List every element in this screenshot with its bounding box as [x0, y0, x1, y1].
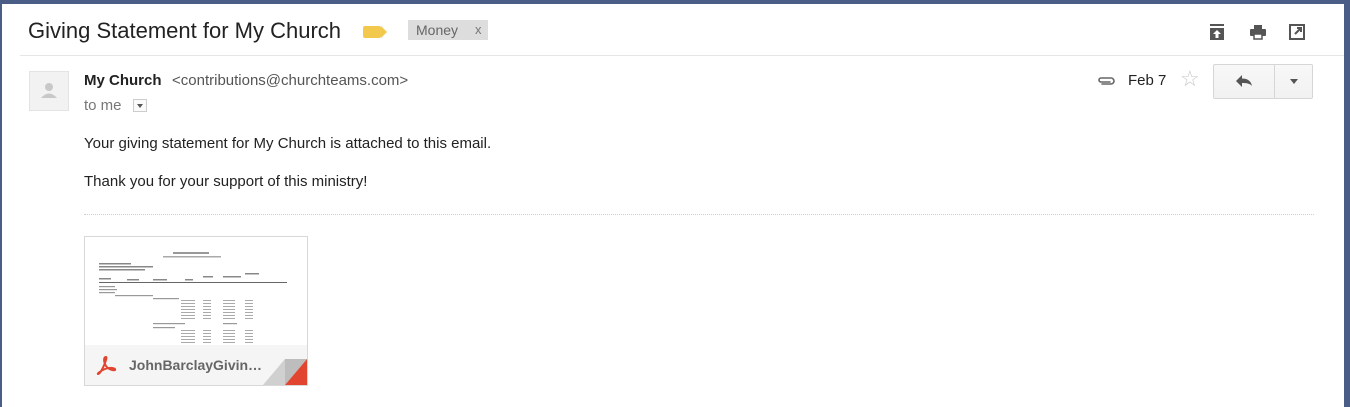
paperclip-icon — [1098, 77, 1115, 85]
attachment-footer: JohnBarclayGivin… — [85, 345, 307, 385]
sender-email: <contributions@churchteams.com> — [172, 72, 409, 89]
default-avatar-icon — [41, 83, 57, 98]
attachment-filename: JohnBarclayGivin… — [129, 357, 263, 373]
label-chip-money[interactable]: Money x — [408, 20, 488, 40]
label-chip-name: Money — [416, 22, 459, 38]
archive-icon[interactable] — [1208, 23, 1226, 41]
message-body-line-2: Thank you for your support of this minis… — [84, 173, 368, 190]
star-icon[interactable]: ☆ — [1180, 68, 1200, 90]
open-in-new-window-icon[interactable] — [1288, 23, 1306, 41]
message-body-line-1: Your giving statement for My Church is a… — [84, 135, 492, 152]
attachment-corner-fold — [263, 359, 307, 385]
reply-button[interactable] — [1214, 65, 1274, 98]
more-options-button[interactable] — [1275, 65, 1312, 98]
email-subject: Giving Statement for My Church — [28, 18, 342, 43]
sender-name[interactable]: My Church — [84, 72, 162, 89]
subject-header: Giving Statement for My Church Money x — [2, 4, 1344, 56]
reply-button-group — [1213, 64, 1313, 99]
attachment-card[interactable]: JohnBarclayGivin… — [84, 236, 308, 386]
attachment-preview-thumbnail — [85, 237, 307, 345]
reply-icon — [1236, 75, 1252, 87]
attachments-separator — [84, 214, 1314, 215]
header-divider — [20, 55, 1344, 56]
pdf-icon — [96, 356, 117, 375]
sender-avatar[interactable] — [29, 71, 69, 111]
show-details-button[interactable] — [133, 99, 147, 112]
email-view: Giving Statement for My Church Money x M… — [2, 4, 1344, 407]
message-date[interactable]: Feb 7 — [1128, 72, 1166, 89]
label-tag-icon[interactable] — [363, 26, 387, 38]
remove-label-button[interactable]: x — [475, 20, 482, 40]
print-icon[interactable] — [1249, 23, 1267, 41]
recipient-label: to me — [84, 97, 122, 114]
